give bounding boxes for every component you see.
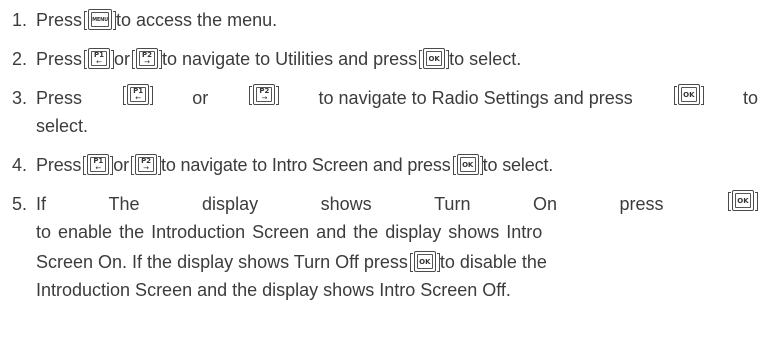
step-number: 1. xyxy=(12,10,28,30)
step-number: 4. xyxy=(12,155,28,175)
step-text: Press P1 ← or P2 → to navigate to Radio Se… xyxy=(36,84,758,140)
step-2: 2. Press P1 ← or P2 → to navigate to Utilities… xyxy=(12,45,758,73)
p1-left-key-icon: P1 ← xyxy=(83,154,114,175)
step-3: 3. Press P1 ← or P2 → to navigate to Radio… xyxy=(12,84,758,140)
p1-left-key-icon: P1 ← xyxy=(84,48,115,69)
ok-key-icon: OK xyxy=(452,154,483,175)
step-number: 2. xyxy=(12,49,28,69)
menu-key-icon: MENU xyxy=(84,9,117,30)
p1-left-key-icon: P1 ← xyxy=(123,84,154,105)
step-text: Press P1 ← or P2 → to navigate to Intro Screen… xyxy=(36,154,554,175)
p2-right-key-icon: P2 → xyxy=(130,154,161,175)
step-4: 4. Press P1 ← or P2 → to navigate to Intro Scr… xyxy=(12,151,758,179)
ok-key-icon: OK xyxy=(673,84,704,105)
ok-key-icon: OK xyxy=(727,190,758,211)
step-number: 3. xyxy=(12,88,28,108)
step-5: 5. If The display shows Turn On press OK… xyxy=(12,190,758,304)
p2-right-key-icon: P2 → xyxy=(132,48,163,69)
step-text: Press MENU to access the menu. xyxy=(36,9,278,30)
ok-key-icon: OK xyxy=(409,251,440,272)
ok-key-icon: OK xyxy=(419,48,450,69)
step-1: 1. Press MENU to access the menu. xyxy=(12,6,758,34)
step-text: Press P1 ← or P2 → to navigate to Utilities an… xyxy=(36,48,522,69)
step-text: If The display shows Turn On press OK to… xyxy=(36,190,758,304)
step-number: 5. xyxy=(12,194,28,214)
instruction-steps: 1. Press MENU to access the menu. 2. Press… xyxy=(12,6,758,304)
p2-right-key-icon: P2 → xyxy=(249,84,280,105)
